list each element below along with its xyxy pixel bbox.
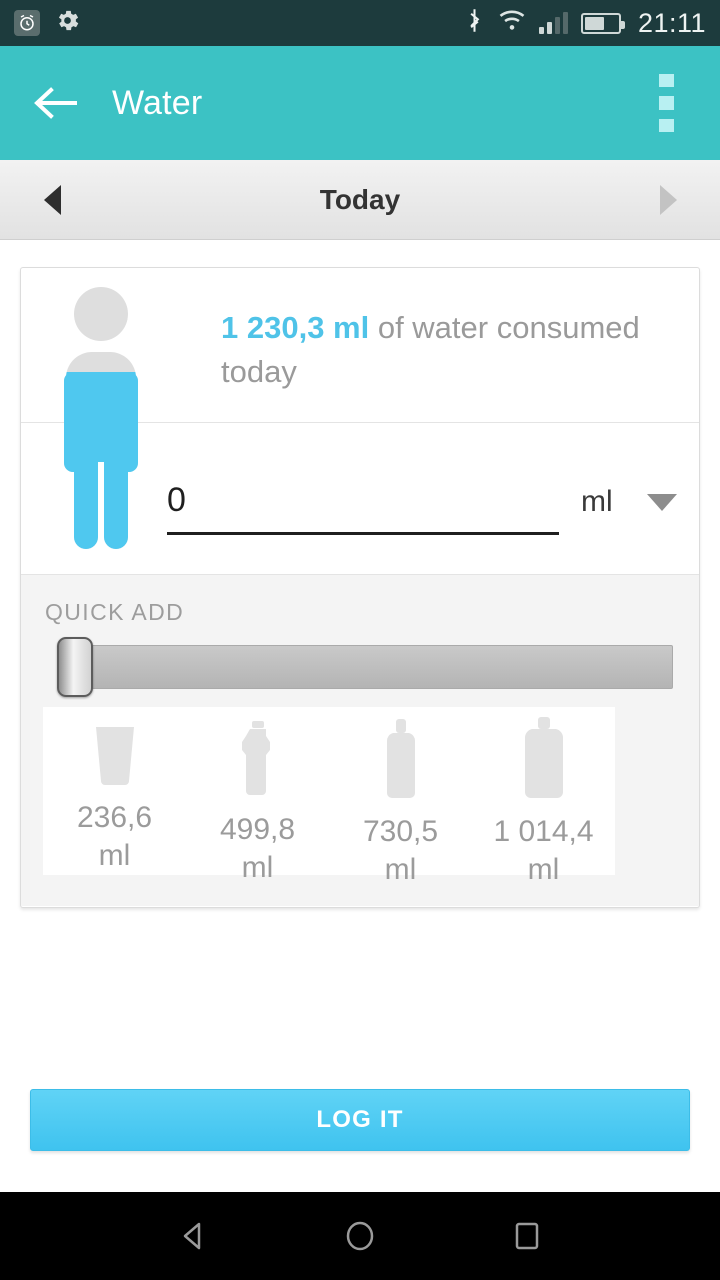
gear-icon: [54, 7, 81, 39]
quick-add-label: QUICK ADD: [45, 599, 185, 625]
status-left-icons: [14, 7, 81, 39]
current-date-label: Today: [319, 183, 401, 215]
quick-add-value: 1 014,4: [493, 815, 594, 848]
date-navigation-bar: Today: [0, 160, 720, 240]
signal-icon: [538, 12, 568, 34]
quick-add-unit: ml: [98, 839, 131, 872]
cup-icon: [88, 721, 142, 785]
slider-thumb[interactable]: [57, 637, 93, 697]
consumed-amount: 1 230,3 ml: [221, 310, 370, 345]
more-vertical-icon[interactable]: [638, 74, 694, 132]
quick-add-list: 236,6 ml 499,8 ml 730,5 ml 1 014,4 ml: [43, 707, 615, 886]
nav-back-icon: [184, 1222, 201, 1250]
quick-add-unit: ml: [241, 851, 274, 884]
caret-down-icon: [646, 493, 677, 511]
quick-add-value: 236,6: [76, 801, 153, 834]
log-it-label: LOG IT: [316, 1106, 404, 1133]
back-button[interactable]: [26, 74, 84, 132]
consumption-text: 1 230,3 ml of water consumed today: [221, 306, 675, 394]
quick-add-item[interactable]: 499,8 ml: [186, 707, 329, 884]
page-title: Water: [112, 83, 203, 122]
battery-icon: [580, 12, 625, 34]
nav-home-button[interactable]: [320, 1206, 400, 1266]
triangle-right-icon: [659, 184, 677, 215]
quick-add-value: 730,5: [362, 815, 439, 848]
wifi-icon: [498, 9, 526, 37]
quick-add-value: 499,8: [219, 813, 296, 846]
nav-back-button[interactable]: [153, 1206, 233, 1266]
status-clock: 21:11: [637, 7, 706, 38]
person-water-fill-icon: [56, 284, 186, 554]
nav-recents-button[interactable]: [487, 1206, 567, 1266]
bluetooth-icon: [464, 7, 485, 39]
triangle-left-icon: [43, 184, 61, 215]
amount-input[interactable]: 0: [167, 473, 559, 535]
arrow-left-icon: [34, 87, 77, 119]
app-screen: 21:11 Water Today 1 230,3 ml of water co…: [0, 0, 720, 1280]
nav-home-icon: [346, 1221, 374, 1251]
status-right-icons: 21:11: [464, 7, 706, 39]
unit-selector[interactable]: ml: [581, 485, 677, 519]
quick-add-item[interactable]: 730,5 ml: [329, 707, 472, 886]
quick-add-section: QUICK ADD 236,6 ml 499,8 ml 730,5 ml 1 0…: [21, 575, 699, 906]
quick-add-unit: ml: [384, 853, 417, 886]
slider-track[interactable]: [75, 645, 673, 689]
quick-add-item[interactable]: 236,6 ml: [43, 707, 186, 875]
app-bar: Water: [0, 46, 720, 160]
amount-input-value: 0: [167, 481, 186, 519]
large-bottle-icon: [519, 717, 569, 799]
water-card: 1 230,3 ml of water consumed today 0 ml …: [20, 267, 700, 908]
quick-add-slider[interactable]: [57, 637, 673, 697]
nav-recents-icon: [515, 1222, 538, 1250]
status-bar: 21:11: [0, 0, 720, 46]
bottle-icon: [381, 719, 421, 799]
previous-day-button[interactable]: [30, 178, 74, 222]
unit-label: ml: [581, 485, 613, 518]
log-it-button[interactable]: LOG IT: [30, 1089, 690, 1151]
quick-add-item[interactable]: 1 014,4 ml: [472, 707, 615, 886]
sports-bottle-icon: [237, 721, 279, 797]
alarm-icon: [14, 10, 40, 36]
quick-add-unit: ml: [527, 853, 560, 886]
system-nav-bar: [0, 1192, 720, 1280]
next-day-button[interactable]: [646, 178, 690, 222]
